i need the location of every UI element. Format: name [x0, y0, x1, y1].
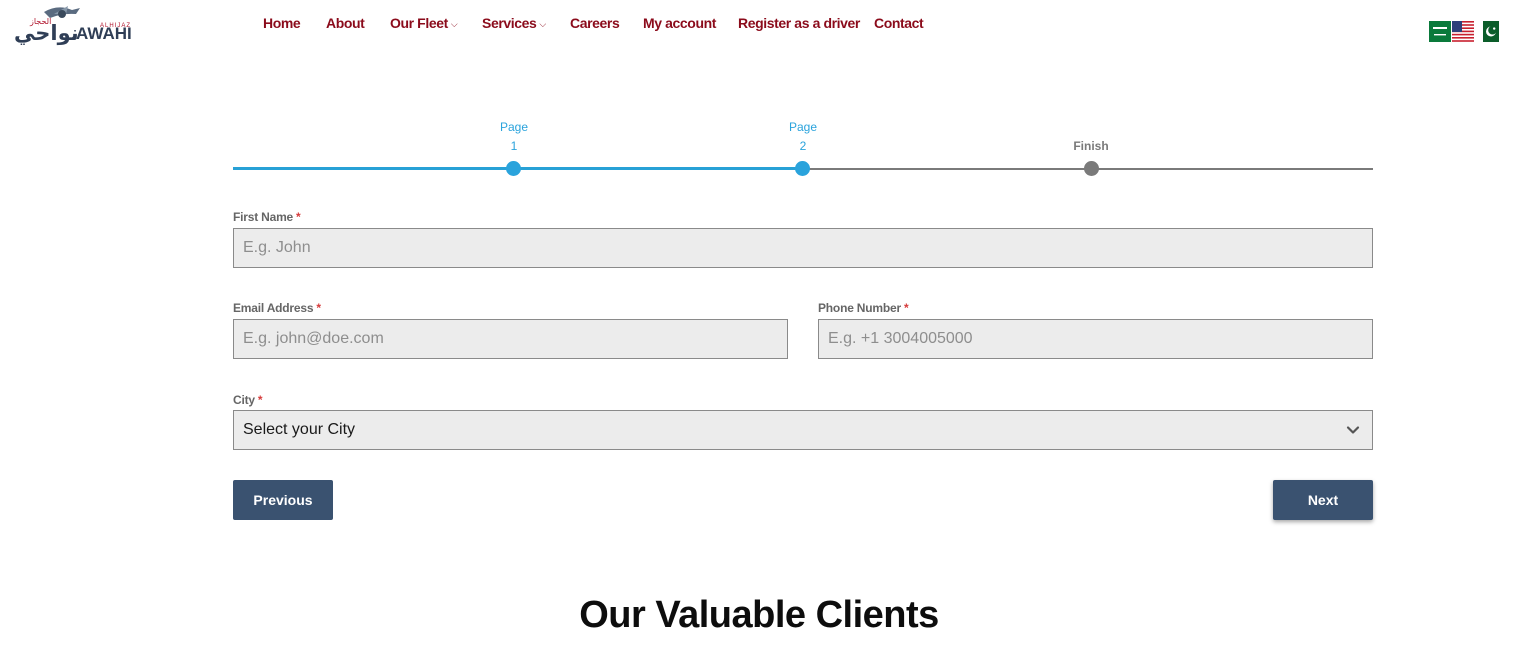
form-progress: Page 1 Page 2 Finish	[233, 110, 1373, 180]
step-finish-label-text: Finish	[1073, 139, 1109, 153]
step-1-label-line2: 1	[510, 139, 518, 153]
us-flag-icon[interactable]	[1452, 21, 1474, 42]
nav-about-label: About	[326, 15, 365, 31]
nav-register-driver[interactable]: Register as a driver	[738, 15, 860, 31]
nav-our-fleet-label: Our Fleet	[390, 15, 448, 31]
required-marker: *	[903, 301, 909, 315]
svg-text:الحجاز: الحجاز	[29, 17, 51, 26]
alhijaz-awahi-logo[interactable]: نواحي AWAHI ALHIJAZ الحجاز	[10, 4, 135, 46]
step-2-indicator[interactable]	[795, 161, 810, 176]
nav-about[interactable]: About	[326, 15, 365, 31]
phone-input[interactable]	[818, 319, 1373, 359]
required-marker: *	[257, 393, 263, 407]
nav-careers-label: Careers	[570, 15, 620, 31]
first-name-label: First Name *	[233, 210, 301, 224]
nav-services-label: Services	[482, 15, 537, 31]
chevron-down-icon: ⌵	[539, 19, 546, 29]
step-finish-label: Finish	[1051, 137, 1131, 156]
step-2-label: Page 2	[763, 118, 843, 156]
nav-contact[interactable]: Contact	[874, 15, 924, 31]
city-select-value: Select your City	[243, 421, 356, 438]
required-marker: *	[296, 210, 301, 224]
step-2-label-line2: 2	[799, 139, 807, 153]
nav-my-account-label: My account	[643, 15, 717, 31]
nav-services[interactable]: Services ⌵	[482, 15, 546, 31]
email-label: Email Address *	[233, 301, 321, 315]
step-2-label-line1: Page	[788, 120, 818, 134]
chevron-down-icon: ⌵	[450, 19, 458, 29]
phone-label: Phone Number *	[818, 301, 909, 315]
nav-my-account[interactable]: My account	[643, 15, 716, 31]
nav-contact-label: Contact	[874, 15, 924, 31]
required-marker: *	[316, 301, 321, 315]
city-select[interactable]: Select your City	[233, 410, 1373, 450]
city-label: City *	[233, 393, 263, 407]
phone-label-text: Phone Number	[818, 301, 901, 315]
city-label-text: City	[233, 393, 255, 407]
chevron-down-icon	[1346, 426, 1360, 434]
email-input[interactable]	[233, 319, 788, 359]
first-name-input[interactable]	[233, 228, 1373, 268]
pakistan-flag-icon[interactable]	[1477, 21, 1499, 42]
step-1-label: Page 1	[474, 118, 554, 156]
svg-text:ALHIJAZ: ALHIJAZ	[100, 23, 131, 29]
nav-register-driver-label: Register as a driver	[738, 15, 860, 31]
nav-home[interactable]: Home	[263, 15, 301, 31]
previous-button[interactable]: Previous	[233, 480, 333, 520]
step-finish-indicator	[1084, 161, 1099, 176]
saudi-flag-icon[interactable]	[1429, 21, 1451, 42]
nav-home-label: Home	[263, 15, 301, 31]
email-label-text: Email Address	[233, 301, 314, 315]
next-button[interactable]: Next	[1273, 480, 1373, 520]
clients-section-title: Our Valuable Clients	[579, 594, 939, 636]
nav-our-fleet[interactable]: Our Fleet ⌵	[390, 15, 458, 31]
step-1-label-line1: Page	[499, 120, 529, 134]
nav-careers[interactable]: Careers	[570, 15, 620, 31]
step-1-indicator[interactable]	[506, 161, 521, 176]
first-name-label-text: First Name	[233, 210, 294, 224]
